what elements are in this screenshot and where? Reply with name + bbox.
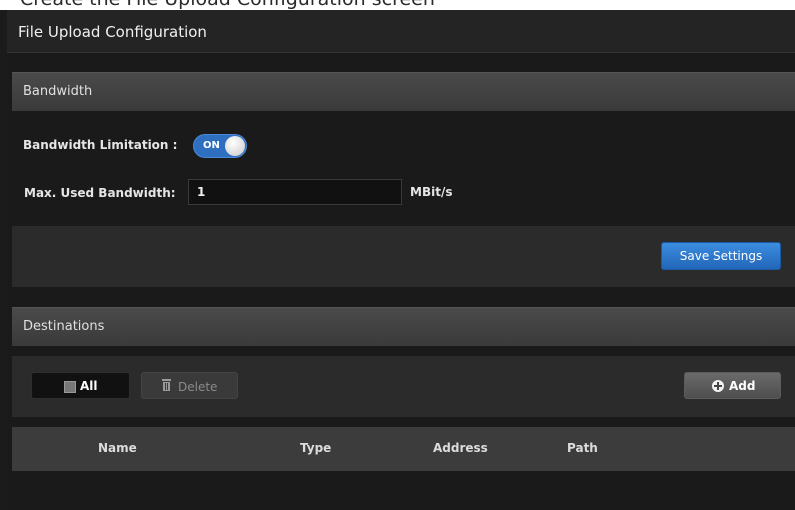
- bandwidth-section-title: Bandwidth: [23, 84, 93, 99]
- add-destination-button[interactable]: Add: [684, 372, 781, 399]
- plus-circle-icon: [712, 380, 724, 392]
- column-header-path[interactable]: Path: [567, 441, 598, 455]
- add-label: Add: [729, 379, 756, 393]
- checkbox-icon: [64, 381, 76, 393]
- trash-icon: [162, 379, 171, 391]
- column-header-address[interactable]: Address: [433, 441, 488, 455]
- toggle-state-label: ON: [203, 140, 220, 151]
- select-all-button[interactable]: All: [31, 372, 130, 399]
- max-bandwidth-label: Max. Used Bandwidth:: [24, 186, 176, 200]
- bandwidth-limitation-toggle[interactable]: ON: [193, 134, 247, 158]
- page-header: File Upload Configuration: [7, 10, 795, 53]
- bandwidth-unit-label: MBit/s: [410, 185, 453, 199]
- page-title: File Upload Configuration: [18, 23, 207, 41]
- destinations-section-title: Destinations: [23, 319, 105, 334]
- column-header-name[interactable]: Name: [98, 441, 137, 455]
- window-top-strip: Create the File Upload Configuration scr…: [0, 0, 795, 10]
- bandwidth-limitation-label: Bandwidth Limitation :: [23, 138, 178, 152]
- delete-label: Delete: [178, 380, 218, 394]
- destinations-section-header: Destinations: [12, 307, 795, 346]
- destinations-table-header: Name Type Address Path: [12, 427, 795, 471]
- max-bandwidth-input[interactable]: [188, 179, 402, 205]
- column-header-type[interactable]: Type: [300, 441, 331, 455]
- bandwidth-section-header: Bandwidth: [12, 72, 795, 111]
- window-title-fragment: Create the File Upload Configuration scr…: [20, 0, 435, 10]
- file-upload-config-panel: File Upload Configuration Bandwidth Band…: [7, 10, 795, 510]
- delete-button[interactable]: Delete: [141, 372, 238, 399]
- save-settings-button[interactable]: Save Settings: [661, 242, 781, 270]
- select-all-label: All: [80, 379, 98, 393]
- toggle-knob: [225, 136, 245, 156]
